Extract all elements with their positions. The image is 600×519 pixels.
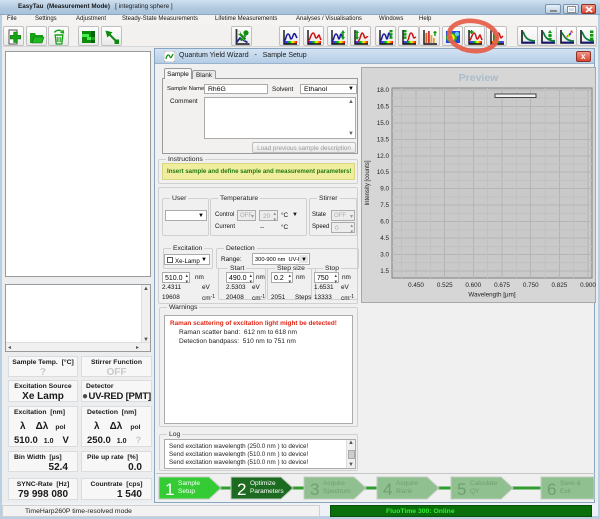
- svg-text:3: 3: [310, 480, 319, 499]
- svg-text:QY: QY: [470, 488, 480, 495]
- svg-text:0.525: 0.525: [437, 282, 453, 289]
- svg-text:6.0: 6.0: [380, 219, 389, 226]
- svg-text:Optimize: Optimize: [250, 480, 276, 487]
- svg-text:Acquire: Acquire: [396, 480, 418, 487]
- svg-text:10.5: 10.5: [377, 169, 390, 176]
- svg-text:Acquire: Acquire: [323, 480, 345, 487]
- svg-text:4.5: 4.5: [380, 235, 389, 242]
- svg-text:18.0: 18.0: [377, 87, 390, 94]
- svg-text:Exit: Exit: [560, 488, 571, 495]
- svg-text:4: 4: [383, 480, 392, 499]
- svg-text:0.825: 0.825: [552, 282, 568, 289]
- svg-text:1: 1: [165, 480, 174, 499]
- svg-text:Calculate: Calculate: [470, 480, 497, 487]
- svg-text:Spectrum: Spectrum: [323, 488, 351, 495]
- svg-text:Intensity [counts]: Intensity [counts]: [365, 160, 371, 205]
- svg-text:0.750: 0.750: [523, 282, 539, 289]
- svg-text:1.5: 1.5: [380, 268, 389, 275]
- svg-text:7.5: 7.5: [380, 202, 389, 209]
- svg-text:15.0: 15.0: [377, 120, 390, 127]
- svg-text:Wavelength [µm]: Wavelength [µm]: [468, 292, 515, 299]
- svg-text:12.0: 12.0: [377, 153, 390, 160]
- svg-text:0.675: 0.675: [494, 282, 510, 289]
- svg-text:2: 2: [237, 480, 246, 499]
- svg-text:0.450: 0.450: [408, 282, 424, 289]
- svg-text:9.0: 9.0: [380, 186, 389, 193]
- svg-text:6: 6: [547, 480, 556, 499]
- svg-text:Sample: Sample: [178, 480, 200, 487]
- svg-text:5: 5: [457, 480, 466, 499]
- svg-text:0.900: 0.900: [580, 282, 596, 289]
- svg-text:Save &: Save &: [560, 480, 582, 487]
- svg-text:Parameters: Parameters: [250, 488, 284, 495]
- svg-text:Setup: Setup: [178, 488, 195, 495]
- svg-text:Blank: Blank: [396, 488, 413, 495]
- svg-text:13.5: 13.5: [377, 136, 390, 143]
- svg-text:0.600: 0.600: [465, 282, 481, 289]
- svg-text:3.0: 3.0: [380, 252, 389, 259]
- svg-text:16.5: 16.5: [377, 104, 390, 111]
